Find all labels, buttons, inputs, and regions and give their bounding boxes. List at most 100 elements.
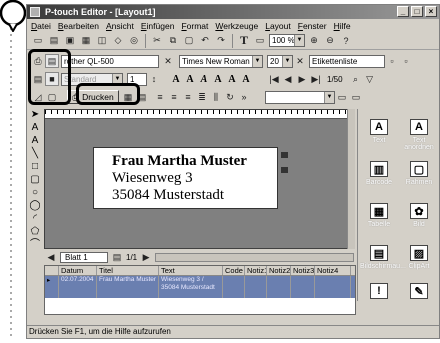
align-justify-icon[interactable]: ≣ xyxy=(195,90,209,104)
preview-icon[interactable]: ◫ xyxy=(95,34,109,48)
align-left-icon[interactable]: ≡ xyxy=(153,90,167,104)
open-icon[interactable]: ▤ xyxy=(47,34,61,48)
vertical-text-a-icon[interactable]: A xyxy=(29,135,42,147)
zoom-in-icon[interactable]: ⊕ xyxy=(307,34,321,48)
printer-select[interactable]: rother QL-500 xyxy=(61,54,159,68)
panel-table[interactable]: ▦ Tabelle xyxy=(360,203,398,228)
menu-werkzeuge[interactable]: Werkzeuge xyxy=(215,21,258,31)
menu-datei[interactable]: Datei xyxy=(31,21,51,31)
menu-hilfe[interactable]: Hilfe xyxy=(334,21,351,31)
menu-bearbeiten[interactable]: Bearbeiten xyxy=(58,21,99,31)
paste-icon[interactable]: ▢ xyxy=(182,34,196,48)
view-icon-b[interactable]: ▭ xyxy=(349,90,363,104)
panel-date[interactable]: ✎ xyxy=(400,283,438,301)
label-line-3[interactable]: 35084 Musterstadt xyxy=(112,187,277,204)
sheet-next-icon[interactable]: ▶ xyxy=(139,250,153,264)
shrink-font-icon[interactable]: A xyxy=(239,72,253,86)
row-selector-icon[interactable]: ▸ xyxy=(45,276,59,298)
menu-format[interactable]: Format xyxy=(181,21,208,31)
spell-icon[interactable]: ◇ xyxy=(111,34,125,48)
cut-icon[interactable]: ✂ xyxy=(150,34,164,48)
circle-icon[interactable]: ◯ xyxy=(29,200,42,212)
menu-fenster[interactable]: Fenster xyxy=(298,21,327,31)
save-icon[interactable]: ▣ xyxy=(63,34,77,48)
panel-clipart[interactable]: ▨ ClipArt xyxy=(400,245,438,270)
close-button[interactable]: × xyxy=(425,6,437,17)
redo-icon[interactable]: ↷ xyxy=(214,34,228,48)
col-header-notiz1[interactable]: Notiz1 xyxy=(245,266,267,275)
col-header-datum[interactable]: Datum xyxy=(59,266,97,275)
panel-text-arrange[interactable]: A Text anordnen xyxy=(400,119,438,151)
cell-code[interactable] xyxy=(223,276,245,298)
filter-icon[interactable]: ▽ xyxy=(363,72,377,86)
panel-frame[interactable]: ▢ Rahmen xyxy=(400,161,438,186)
zoom-out-icon[interactable]: ⊖ xyxy=(323,34,337,48)
cell-notiz4[interactable] xyxy=(315,276,351,298)
label-list-select[interactable]: Etikettenliste xyxy=(309,54,385,68)
frame-icon[interactable]: ▭ xyxy=(253,34,267,48)
copies-spinner[interactable]: ↕ xyxy=(147,72,161,86)
view-icon-a[interactable]: ▭ xyxy=(335,90,349,104)
rounded-rectangle-icon[interactable]: ▢ xyxy=(29,174,42,186)
cell-datum[interactable]: 02.07.2004 xyxy=(59,276,97,298)
label-list-icon-a[interactable]: ▫ xyxy=(385,54,399,68)
minimize-button[interactable]: _ xyxy=(397,6,409,17)
printer-close-icon[interactable]: ✕ xyxy=(161,54,175,68)
sheet-prev-icon[interactable]: ◀ xyxy=(44,250,58,264)
canvas-vertical-scrollbar[interactable] xyxy=(347,109,355,249)
copy-icon[interactable]: ⧉ xyxy=(166,34,180,48)
grow-font-icon[interactable]: A xyxy=(225,72,239,86)
cell-notiz1[interactable] xyxy=(245,276,267,298)
canvas-horizontal-scrollbar[interactable] xyxy=(155,252,354,262)
cell-notiz2[interactable] xyxy=(267,276,291,298)
db-icon[interactable]: ◎ xyxy=(127,34,141,48)
col-header-titel[interactable]: Titel xyxy=(97,266,159,275)
italic-icon[interactable]: A xyxy=(197,72,211,86)
layout-canvas[interactable]: Frau Martha Muster Wiesenweg 3 35084 Mus… xyxy=(44,109,354,249)
cell-titel[interactable]: Frau Martha Muster xyxy=(97,276,159,298)
cell-text[interactable]: Wiesenweg 3 / 35084 Musterstadt xyxy=(159,276,223,298)
help-icon[interactable]: ? xyxy=(339,34,353,48)
menu-ansicht[interactable]: Ansicht xyxy=(106,21,134,31)
more-format-icon[interactable]: » xyxy=(237,90,251,104)
polygon-icon[interactable]: ⬠ xyxy=(29,226,42,238)
outline-icon[interactable]: A xyxy=(211,72,225,86)
menu-einfuegen[interactable]: Einfügen xyxy=(141,21,175,31)
col-header-notiz4[interactable]: Notiz4 xyxy=(315,266,351,275)
panel-image[interactable]: ✿ Bild xyxy=(400,203,438,228)
vertical-text-icon[interactable]: ⫼ xyxy=(209,90,223,104)
search-icon[interactable]: ⌕ xyxy=(349,72,363,86)
text-tool-icon[interactable]: T xyxy=(237,33,251,48)
panel-text[interactable]: A Text xyxy=(360,119,398,144)
nav-prev-icon[interactable]: ◀ xyxy=(281,72,295,86)
pointer-icon[interactable]: ➤ xyxy=(29,109,42,121)
maximize-button[interactable]: □ xyxy=(411,6,423,17)
rotate-icon[interactable]: ↻ xyxy=(223,90,237,104)
text-a-icon[interactable]: A xyxy=(29,122,42,134)
new-icon[interactable]: ▭ xyxy=(31,34,45,48)
nav-next-icon[interactable]: ▶ xyxy=(295,72,309,86)
nav-first-icon[interactable]: |◀ xyxy=(267,72,281,86)
label-line-2[interactable]: Wiesenweg 3 xyxy=(112,170,277,187)
panel-symbol[interactable]: ! xyxy=(360,283,398,301)
panel-barcode[interactable]: ▥ Barcode xyxy=(360,161,398,186)
col-header-notiz2[interactable]: Notiz2 xyxy=(267,266,291,275)
nav-last-icon[interactable]: ▶| xyxy=(309,72,323,86)
bold-icon[interactable]: A xyxy=(183,72,197,86)
font-size-select[interactable]: 20 ▼ xyxy=(267,54,293,68)
col-header-code[interactable]: Code xyxy=(223,266,245,275)
align-center-icon[interactable]: ≡ xyxy=(167,90,181,104)
col-header-notiz3[interactable]: Notiz3 xyxy=(291,266,315,275)
arc-icon[interactable]: ◜ xyxy=(29,213,42,225)
panel-screenshot[interactable]: ▤ Bildschirmau... xyxy=(360,245,406,270)
ellipse-icon[interactable]: ○ xyxy=(29,187,42,199)
rectangle-icon[interactable]: □ xyxy=(29,161,42,173)
align-right-icon[interactable]: ≡ xyxy=(181,90,195,104)
label-list-icon-b[interactable]: ▫ xyxy=(399,54,413,68)
zoom-select[interactable]: 100 % ▼ xyxy=(269,34,305,47)
sheet-menu-icon[interactable]: ▤ xyxy=(110,250,124,264)
col-header-text[interactable]: Text xyxy=(159,266,223,275)
sheet-tab[interactable]: Blatt 1 xyxy=(60,251,108,263)
table-row[interactable]: ▸ 02.07.2004 Frau Martha Muster Wiesenwe… xyxy=(45,276,355,298)
bold-a-icon[interactable]: A xyxy=(169,72,183,86)
